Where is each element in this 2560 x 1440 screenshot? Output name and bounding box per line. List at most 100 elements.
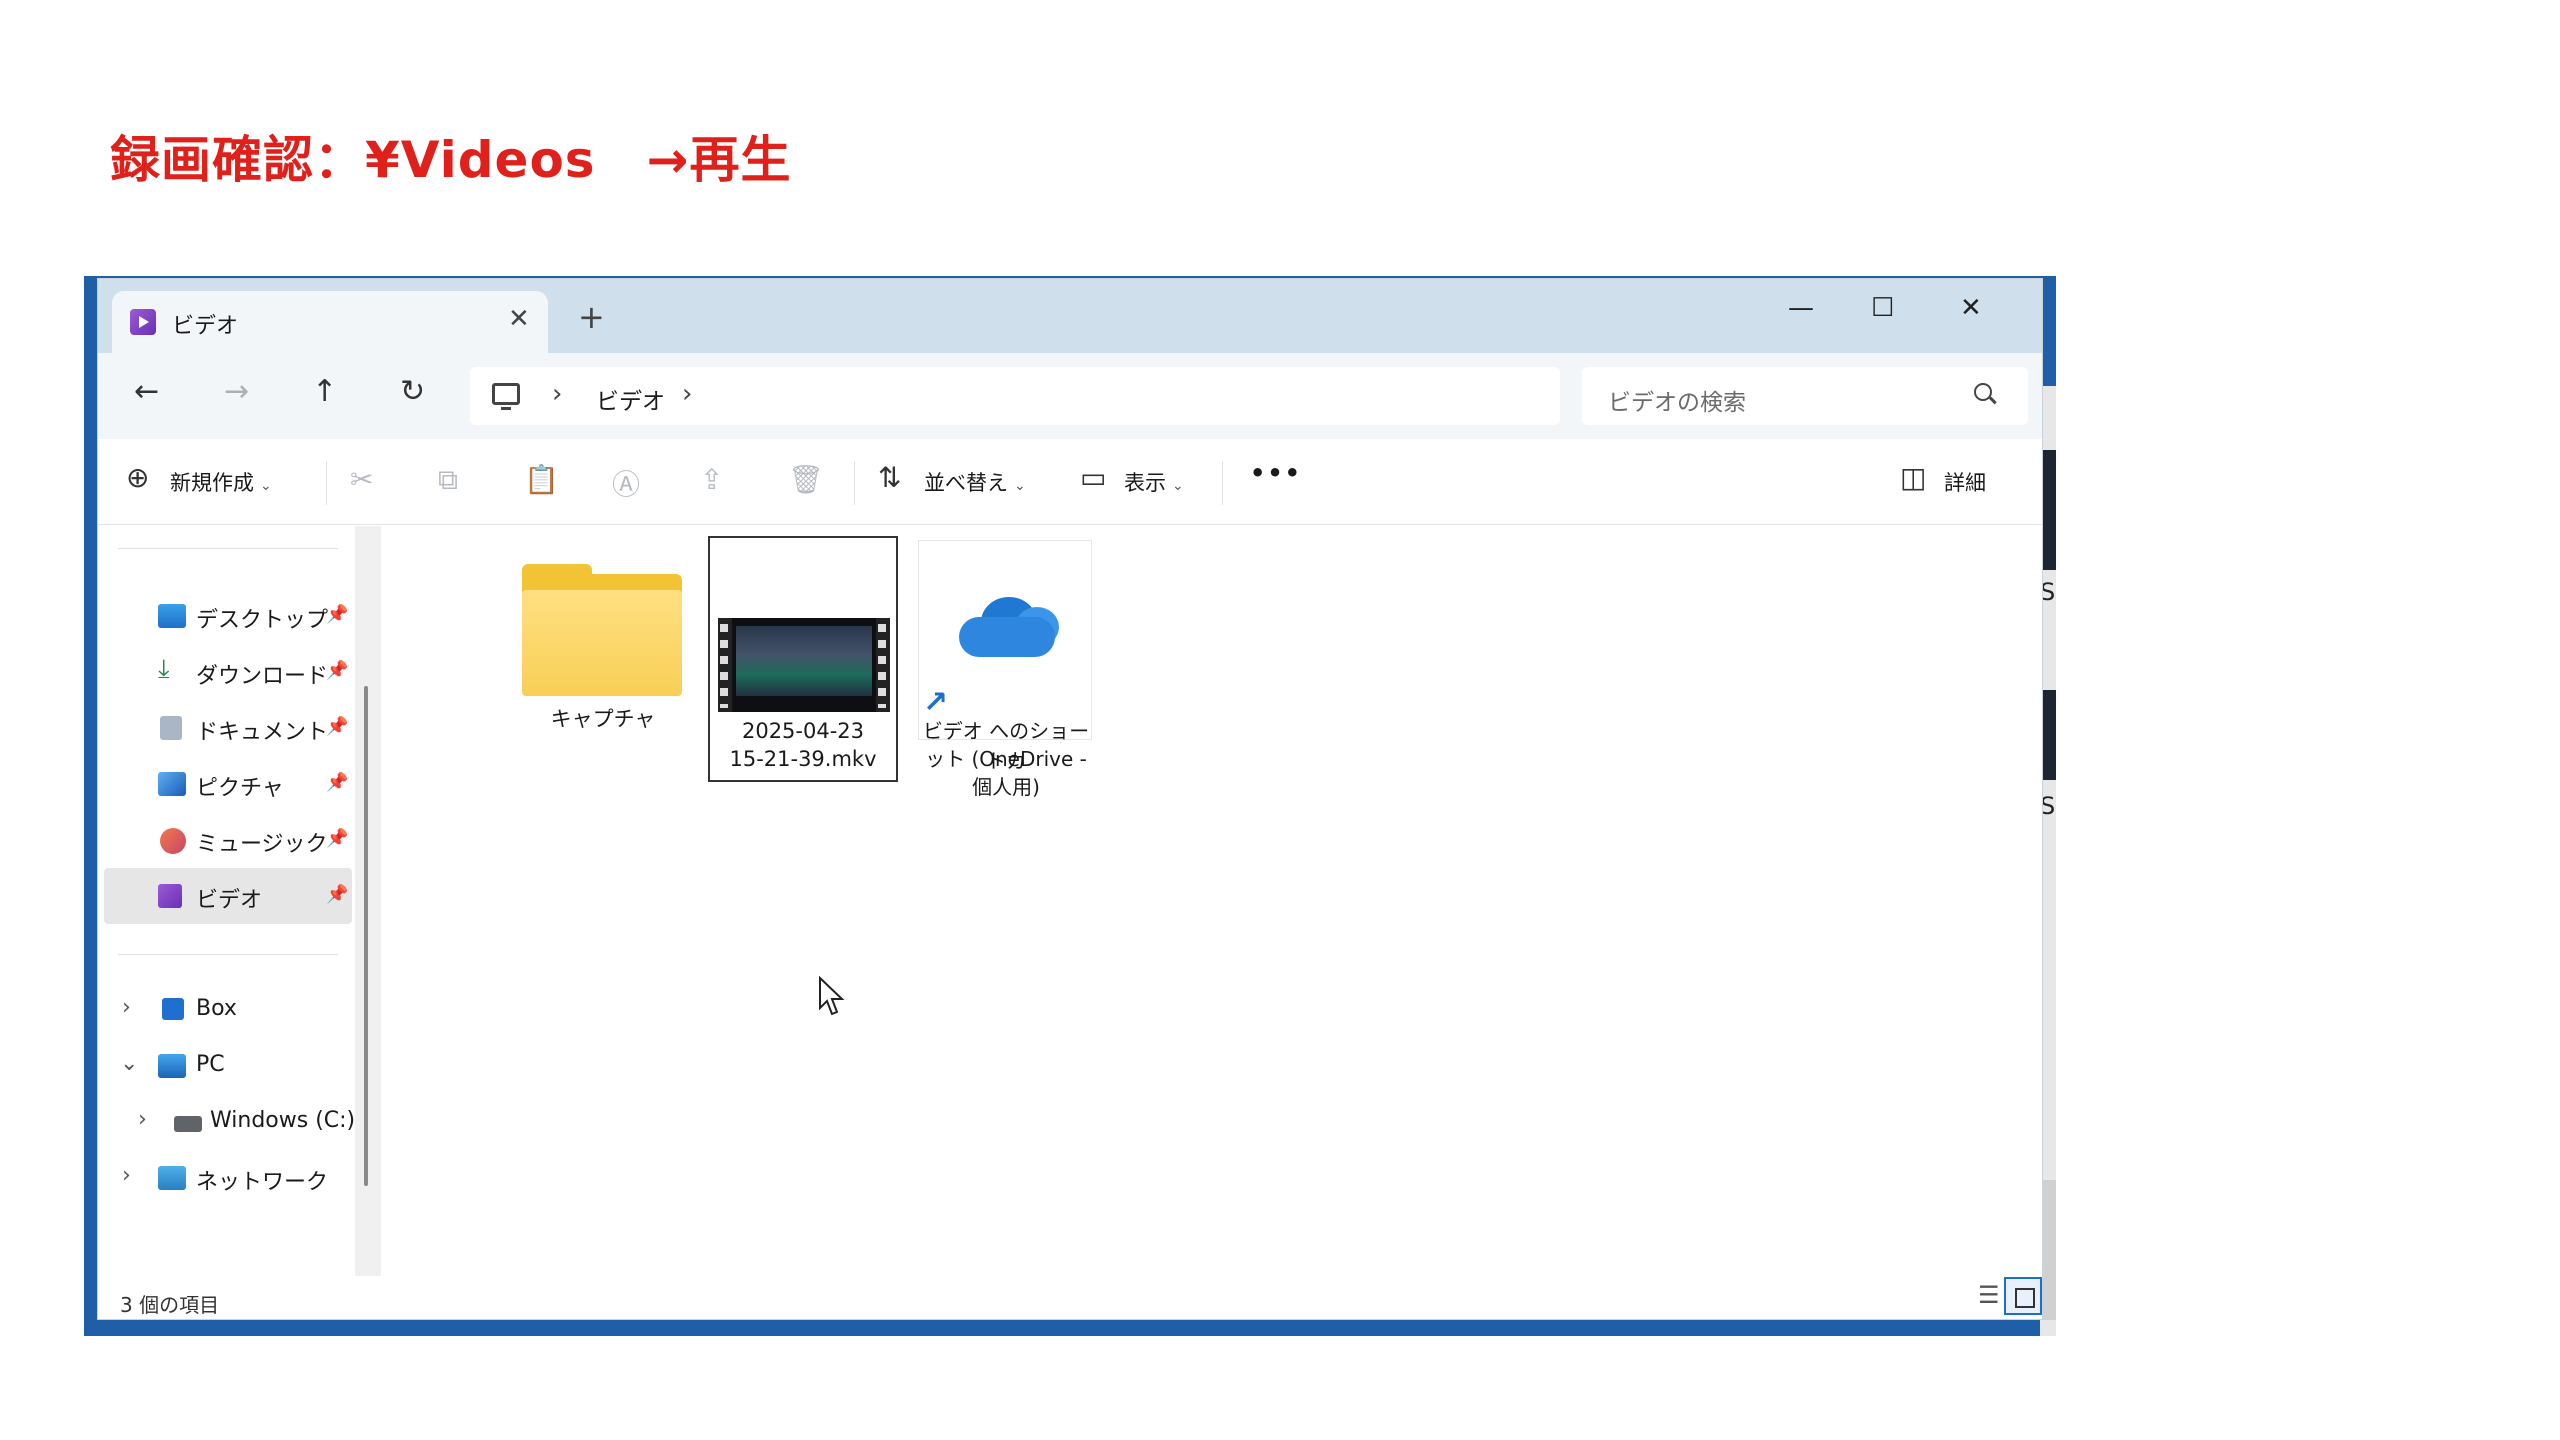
tab-label: ビデオ: [172, 314, 239, 339]
pictures-icon: [158, 772, 186, 796]
command-bar: ⊕ 新規作成 ⌄ ✂ ⧉ 📋 Ⓐ ⇪ 🗑 ⇅ 並べ替え ⌄ ▭ 表示 ⌄ ••• ◫ …: [98, 439, 2042, 525]
pin-icon[interactable]: 📌: [326, 884, 348, 905]
back-button[interactable]: ←: [134, 377, 159, 407]
pin-icon[interactable]: 📌: [326, 716, 348, 737]
chevron-right-icon[interactable]: ›: [682, 379, 692, 409]
item-name-line1: 2025-04-23: [741, 719, 865, 743]
sort-button[interactable]: 並べ替え ⌄: [924, 467, 1026, 497]
share-icon[interactable]: ⇪: [700, 463, 723, 496]
tree-item-windows-c[interactable]: › Windows (C:): [98, 1094, 355, 1150]
address-bar[interactable]: › ビデオ ›: [470, 367, 1560, 425]
sort-label: 並べ替え: [924, 471, 1008, 495]
sidebar-item-label: ドキュメント: [196, 720, 329, 745]
breadcrumb-video[interactable]: ビデオ: [596, 382, 665, 416]
chevron-right-icon[interactable]: ›: [138, 1107, 147, 1132]
tree-item-label: ネットワーク: [196, 1170, 329, 1195]
onedrive-shortcut[interactable]: ↗ ビデオ へのショートカ ット (OneDrive - 個人用): [918, 540, 1094, 810]
music-icon: [160, 828, 186, 854]
sidebar-item-pictures[interactable]: ピクチャ 📌: [98, 756, 348, 812]
sidebar-item-documents[interactable]: ドキュメント 📌: [98, 700, 348, 756]
minimize-button[interactable]: —: [1788, 293, 1814, 323]
add-icon: ⊕: [126, 461, 150, 494]
divider: [118, 548, 338, 549]
chevron-right-icon[interactable]: ›: [122, 995, 131, 1020]
tree-item-network[interactable]: › ネットワーク: [98, 1150, 348, 1206]
large-icons-view-button[interactable]: [2004, 1277, 2042, 1315]
divider: [118, 954, 338, 955]
more-options-button[interactable]: •••: [1250, 459, 1302, 487]
status-item-count: 3 個の項目: [120, 1293, 220, 1317]
onedrive-icon-base: [959, 617, 1055, 657]
video-icon: [130, 309, 156, 335]
drive-icon: [174, 1116, 202, 1132]
tree-item-box[interactable]: › Box: [98, 982, 348, 1038]
sort-icon: ⇅: [878, 461, 902, 494]
sidebar-item-desktop[interactable]: デスクトップ 📌: [98, 588, 348, 644]
tree-item-pc[interactable]: ⌄ PC: [98, 1038, 348, 1094]
maximize-button[interactable]: ☐: [1871, 293, 1894, 323]
separator: [1222, 461, 1223, 505]
search-placeholder: ビデオの検索: [1608, 390, 1746, 416]
delete-icon[interactable]: 🗑: [788, 463, 824, 496]
sidebar-scrollbar[interactable]: [355, 526, 381, 1276]
sidebar-item-label: ビデオ: [196, 888, 263, 913]
pin-icon[interactable]: 📌: [326, 604, 348, 625]
chevron-right-icon[interactable]: ›: [552, 379, 562, 409]
rename-icon[interactable]: Ⓐ: [612, 463, 640, 503]
new-label: 新規作成: [170, 471, 254, 495]
folder-icon-front: [522, 590, 682, 696]
tab-video[interactable]: ビデオ ✕: [112, 291, 548, 353]
chevron-right-icon[interactable]: ›: [122, 1163, 131, 1188]
mouse-cursor-icon: [819, 976, 845, 1016]
sidebar-item-video[interactable]: ビデオ 📌: [104, 868, 352, 924]
onedrive-icon-card: ↗: [918, 540, 1092, 740]
video-frame: [736, 626, 872, 696]
view-button[interactable]: 表示 ⌄: [1124, 467, 1184, 497]
video-file-mkv[interactable]: 2025-04-23 15-21-39.mkv: [708, 536, 898, 782]
title-bar: ビデオ ✕ + — ☐ ✕: [98, 279, 2042, 353]
navigation-pane: デスクトップ 📌 ⤓ ダウンロード 📌 ドキュメント 📌 ピクチャ 📌 ミュージ…: [98, 526, 368, 1276]
file-list: キャプチャ 2025-04-23 15-21-39.mkv ↗ ビデオ へのショ…: [388, 526, 2028, 1276]
chevron-down-icon: ⌄: [260, 478, 272, 494]
tree-item-label: Windows (C:): [210, 1108, 356, 1133]
close-window-button[interactable]: ✕: [1960, 293, 1982, 323]
sidebar-scrollbar-thumb[interactable]: [364, 686, 368, 1186]
new-tab-button[interactable]: +: [578, 301, 605, 333]
monitor-icon: [492, 383, 520, 410]
details-view-button[interactable]: ☰: [1978, 1281, 2000, 1309]
file-explorer-window: ビデオ ✕ + — ☐ ✕ ← → ↑ ↻ › ビデオ › ビデオの検索 ⊕ 新…: [97, 278, 2043, 1320]
cut-icon[interactable]: ✂: [350, 463, 373, 496]
desktop-icon: [158, 604, 186, 628]
document-icon: [160, 716, 182, 740]
sidebar-item-music[interactable]: ミュージック 📌: [98, 812, 348, 868]
paste-icon[interactable]: 📋: [524, 463, 559, 496]
view-label: 表示: [1124, 471, 1166, 495]
video-icon: [158, 884, 182, 908]
up-button[interactable]: ↑: [312, 377, 337, 407]
box-icon: [162, 998, 184, 1020]
search-input[interactable]: ビデオの検索: [1582, 367, 2028, 425]
pin-icon[interactable]: 📌: [326, 828, 348, 849]
folder-capture[interactable]: キャプチャ: [508, 546, 698, 796]
sidebar-item-label: ダウンロード: [196, 664, 329, 689]
video-thumbnail: [718, 618, 890, 712]
close-tab-button[interactable]: ✕: [508, 304, 530, 334]
film-perforation: [878, 624, 886, 708]
chevron-down-icon: ⌄: [1014, 478, 1026, 494]
navigation-bar: ← → ↑ ↻ › ビデオ › ビデオの検索: [98, 353, 2042, 439]
chevron-down-icon: ⌄: [1172, 478, 1184, 494]
item-name-line2: ット (OneDrive -: [925, 747, 1087, 771]
search-icon: [1974, 383, 1992, 401]
chevron-down-icon[interactable]: ⌄: [120, 1051, 138, 1076]
new-button[interactable]: 新規作成 ⌄: [170, 467, 272, 497]
details-button[interactable]: 詳細: [1944, 467, 1986, 497]
copy-icon[interactable]: ⧉: [438, 463, 458, 497]
view-icon: ▭: [1080, 461, 1107, 494]
pin-icon[interactable]: 📌: [326, 660, 348, 681]
item-name-line3: 個人用): [972, 775, 1040, 799]
refresh-button[interactable]: ↻: [400, 377, 425, 407]
separator: [854, 461, 855, 505]
forward-button[interactable]: →: [224, 377, 249, 407]
sidebar-item-downloads[interactable]: ⤓ ダウンロード 📌: [98, 644, 348, 700]
pin-icon[interactable]: 📌: [326, 772, 348, 793]
